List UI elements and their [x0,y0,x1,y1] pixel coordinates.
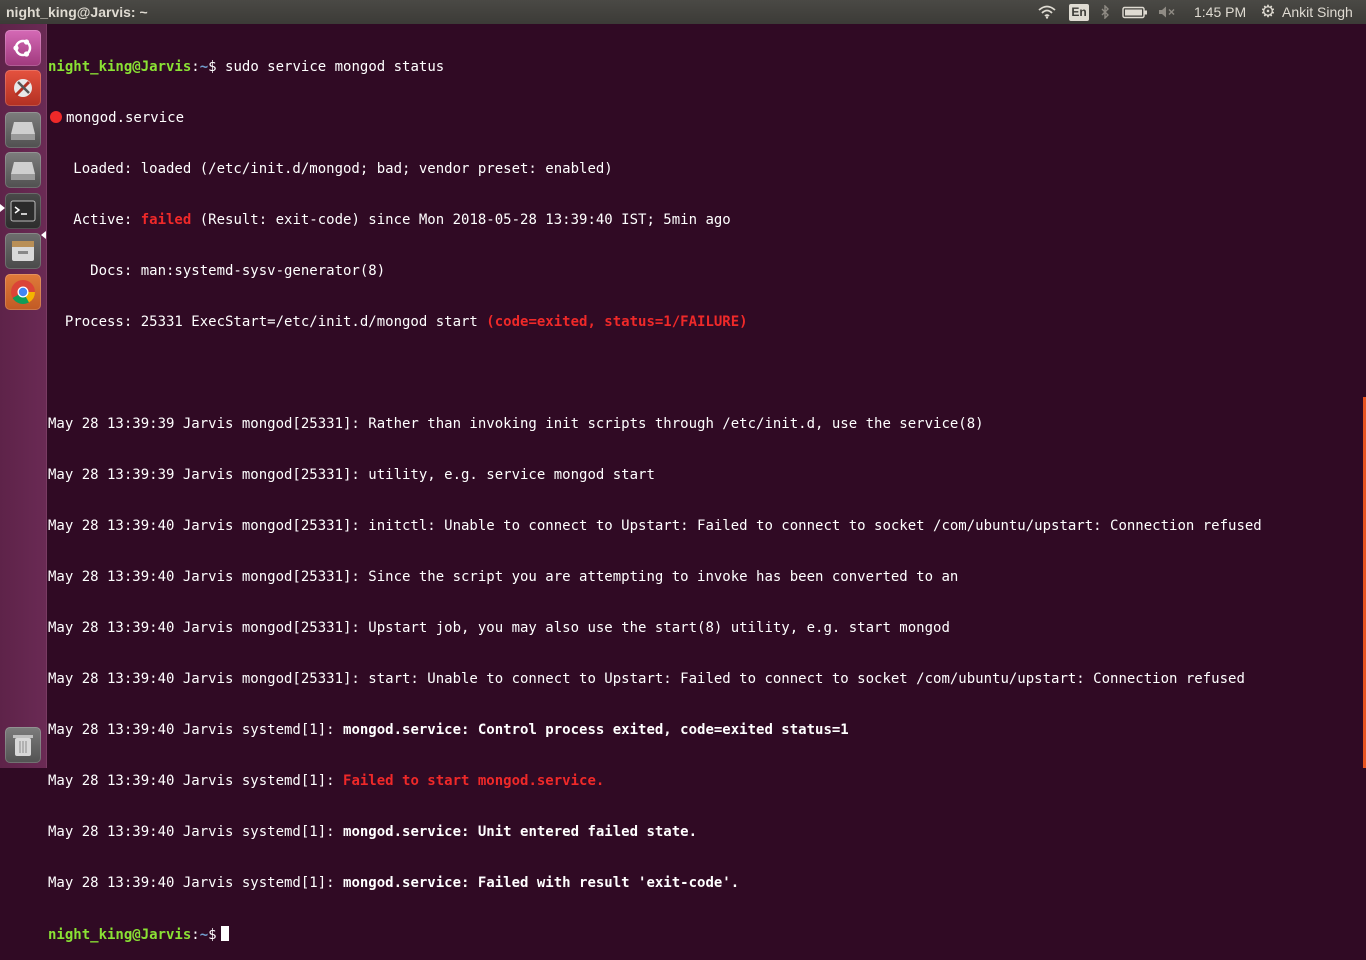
running-indicator [0,204,5,212]
prompt-line[interactable]: night_king@Jarvis:~$ [48,926,1364,943]
chrome-button[interactable] [5,274,41,310]
volume-icon[interactable] [1156,0,1178,24]
log-line: May 28 13:39:40 Jarvis mongod[25331]: Si… [48,569,959,585]
prompt-separator: : [191,59,200,75]
bluetooth-icon[interactable] [1099,0,1111,24]
settings-tools-icon [14,79,32,97]
prompt-dollar: $ [208,927,217,943]
log-prefix: May 28 13:39:40 Jarvis systemd[1]: [48,722,344,738]
process-status: (code=exited, status=1/FAILURE) [486,314,748,330]
log-line: May 28 13:39:40 Jarvis systemd[1]: Faile… [48,773,1364,790]
log-prefix: May 28 13:39:40 Jarvis systemd[1]: [48,824,344,840]
prompt-path: ~ [199,927,209,943]
log-line: May 28 13:39:40 Jarvis systemd[1]: mongo… [48,824,1364,841]
terminal-button[interactable] [5,193,41,229]
drive-button[interactable] [5,112,41,148]
drive-button[interactable] [5,152,41,188]
clock[interactable]: 1:45 PM [1194,0,1246,24]
launcher [0,24,47,768]
system-settings-button[interactable] [5,70,41,106]
prompt-path: ~ [199,59,209,75]
wifi-icon[interactable] [1036,0,1058,24]
log-message: mongod.service: Unit entered failed stat… [343,824,698,840]
log-line: May 28 13:39:39 Jarvis mongod[25331]: ut… [48,467,655,483]
gear-icon[interactable]: ⚙ [1258,0,1278,24]
terminal-icon [10,200,36,222]
log-line: May 28 13:39:39 Jarvis mongod[25331]: Ra… [48,416,984,432]
log-line: May 28 13:39:40 Jarvis mongod[25331]: Up… [48,620,950,636]
command-line: night_king@Jarvis:~$ sudo service mongod… [48,59,1364,76]
top-panel: night_king@Jarvis: ~ En 1:45 PM ⚙ Ankit … [0,0,1366,24]
files-icon [12,241,34,261]
drive-icon [11,162,35,180]
log-line: May 28 13:39:40 Jarvis mongod[25331]: st… [48,671,1245,687]
window-title: night_king@Jarvis: ~ [6,4,148,20]
trash-icon [13,735,33,756]
process-text: Process: 25331 ExecStart=/etc/init.d/mon… [48,314,487,330]
process-line: Process: 25331 ExecStart=/etc/init.d/mon… [48,314,1364,331]
battery-icon[interactable] [1121,0,1149,24]
active-line: Active: failed (Result: exit-code) since… [48,212,1364,229]
keyboard-layout-label: En [1069,3,1089,21]
prompt-user: night_king@Jarvis [48,59,192,75]
keyboard-layout-indicator[interactable]: En [1069,0,1089,24]
dash-home-button[interactable] [5,30,41,66]
failed-dot-icon [50,111,62,123]
log-line: May 28 13:39:40 Jarvis systemd[1]: mongo… [48,722,1364,739]
active-label: Active: [48,212,141,228]
service-name: mongod.service [66,110,185,126]
active-detail: (Result: exit-code) since Mon 2018-05-28… [191,212,731,228]
loaded-line: Loaded: loaded (/etc/init.d/mongod; bad;… [48,161,613,177]
trash-button[interactable] [5,727,41,763]
drive-icon [11,122,35,140]
log-message-error: Failed to start mongod.service. [343,773,605,789]
focused-indicator [41,231,46,239]
log-line: May 28 13:39:40 Jarvis systemd[1]: mongo… [48,875,1364,892]
files-button[interactable] [5,233,41,269]
service-line: mongod.service [48,110,1364,127]
log-prefix: May 28 13:39:40 Jarvis systemd[1]: [48,875,344,891]
docs-line: Docs: man:systemd-sysv-generator(8) [48,263,386,279]
ubuntu-logo-icon [13,39,32,57]
log-message: mongod.service: Control process exited, … [343,722,849,738]
prompt-user: night_king@Jarvis [48,927,192,943]
text-cursor [220,926,229,941]
active-state: failed [140,212,192,228]
chrome-icon [11,280,35,305]
prompt-separator: : [191,927,200,943]
log-message: mongod.service: Failed with result 'exit… [343,875,740,891]
prompt-dollar: $ [208,59,217,75]
user-name[interactable]: Ankit Singh [1282,0,1353,24]
log-prefix: May 28 13:39:40 Jarvis systemd[1]: [48,773,344,789]
command-text: sudo service mongod status [216,59,445,75]
log-line: May 28 13:39:40 Jarvis mongod[25331]: in… [48,518,1262,534]
terminal-window[interactable]: night_king@Jarvis:~$ sudo service mongod… [48,25,1364,943]
